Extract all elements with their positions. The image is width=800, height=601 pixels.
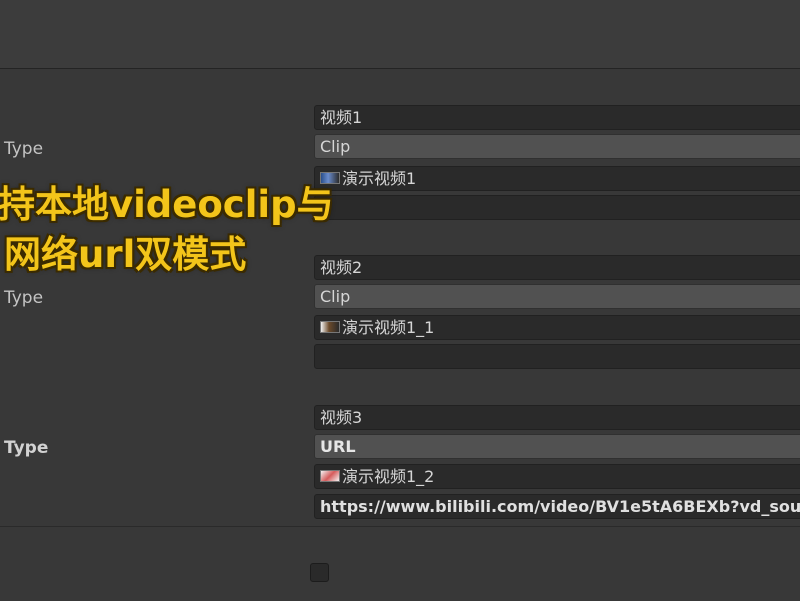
video3-name-field[interactable]: 视频3 [314,405,800,430]
overlay-caption-line1: 持本地videoclip与 [0,183,334,226]
bottom-panel [0,526,800,601]
video1-type-dropdown[interactable]: Clip [314,134,800,159]
video2-clip-name: 演示视频1_1 [342,318,435,337]
top-toolbar [0,0,800,69]
toggle-checkbox[interactable] [310,563,329,582]
overlay-caption-line2: 网络url双模式 [4,233,247,276]
video1-clip-field[interactable]: 演示视频1 [314,166,800,191]
video3-url-field[interactable]: https://www.bilibili.com/video/BV1e5tA6B… [314,494,800,519]
video-thumbnail-icon [320,470,340,482]
video2-type-dropdown[interactable]: Clip [314,284,800,309]
video1-name-field[interactable]: 视频1 [314,105,800,130]
video1-url-field[interactable] [314,195,800,220]
video2-url-field[interactable] [314,344,800,369]
video3-clip-field[interactable]: 演示视频1_2 [314,464,800,489]
video3-type-dropdown[interactable]: URL [314,434,800,459]
video-thumbnail-icon [320,321,340,333]
video2-type-label: Type [4,288,44,308]
video3-type-label: Type [4,438,49,458]
video2-name-field[interactable]: 视频2 [314,255,800,280]
video1-type-label: Type [4,139,44,159]
video3-clip-name: 演示视频1_2 [342,467,435,486]
video1-clip-name: 演示视频1 [342,169,417,188]
video2-clip-field[interactable]: 演示视频1_1 [314,315,800,340]
